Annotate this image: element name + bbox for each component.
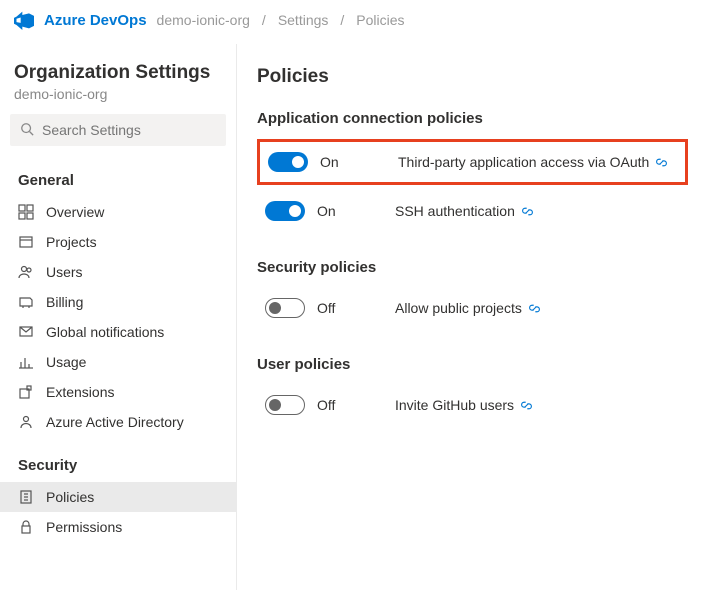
policy-row-oauth: On Third-party application access via OA… bbox=[260, 142, 685, 182]
sidebar-item-extensions[interactable]: Extensions bbox=[0, 377, 236, 407]
sidebar-item-label: Overview bbox=[46, 204, 104, 220]
sidebar-item-label: Permissions bbox=[46, 519, 122, 535]
header: Azure DevOps demo-ionic-org / Settings /… bbox=[0, 0, 716, 44]
group-user-policies: User policies Off Invite GitHub users bbox=[257, 356, 688, 425]
link-icon[interactable] bbox=[655, 156, 668, 169]
sidebar-item-label: Projects bbox=[46, 234, 97, 250]
group-app-connection: Application connection policies On Third… bbox=[257, 110, 688, 231]
overview-icon bbox=[18, 204, 34, 220]
sidebar-item-overview[interactable]: Overview bbox=[0, 197, 236, 227]
toggle-state-label: Off bbox=[317, 300, 351, 316]
policy-row-public-projects: Off Allow public projects bbox=[257, 288, 688, 328]
extensions-icon bbox=[18, 384, 34, 400]
section-security-label: Security bbox=[0, 451, 236, 482]
toggle-state-label: On bbox=[320, 154, 354, 170]
group-title: User policies bbox=[257, 356, 688, 373]
page-title: Policies bbox=[257, 66, 688, 88]
highlighted-policy: On Third-party application access via OA… bbox=[257, 139, 688, 185]
breadcrumb-separator: / bbox=[338, 12, 346, 28]
sidebar-item-label: Azure Active Directory bbox=[46, 414, 184, 430]
policy-label: Invite GitHub users bbox=[395, 397, 533, 413]
aad-icon bbox=[18, 414, 34, 430]
billing-icon bbox=[18, 294, 34, 310]
toggle-oauth[interactable] bbox=[268, 152, 308, 172]
search-input[interactable] bbox=[42, 122, 223, 138]
toggle-state-label: On bbox=[317, 203, 351, 219]
sidebar-item-global-notifications[interactable]: Global notifications bbox=[0, 317, 236, 347]
section-general-label: General bbox=[0, 166, 236, 197]
breadcrumb-separator: / bbox=[260, 12, 268, 28]
sidebar-item-projects[interactable]: Projects bbox=[0, 227, 236, 257]
sidebar-item-label: Extensions bbox=[46, 384, 114, 400]
brand-label[interactable]: Azure DevOps bbox=[44, 12, 147, 29]
policy-row-ssh: On SSH authentication bbox=[257, 191, 688, 231]
main-content: Policies Application connection policies… bbox=[237, 44, 716, 590]
breadcrumb-settings[interactable]: Settings bbox=[278, 12, 329, 28]
sidebar-item-policies[interactable]: Policies bbox=[0, 482, 236, 512]
azure-devops-logo bbox=[14, 10, 34, 30]
sidebar-item-billing[interactable]: Billing bbox=[0, 287, 236, 317]
policy-label: Allow public projects bbox=[395, 300, 541, 316]
sidebar-item-label: Usage bbox=[46, 354, 86, 370]
search-icon bbox=[20, 122, 34, 139]
toggle-ssh[interactable] bbox=[265, 201, 305, 221]
link-icon[interactable] bbox=[528, 302, 541, 315]
group-security-policies: Security policies Off Allow public proje… bbox=[257, 259, 688, 328]
policy-label: SSH authentication bbox=[395, 203, 534, 219]
toggle-public-projects[interactable] bbox=[265, 298, 305, 318]
users-icon bbox=[18, 264, 34, 280]
policy-row-invite-github: Off Invite GitHub users bbox=[257, 385, 688, 425]
toggle-state-label: Off bbox=[317, 397, 351, 413]
link-icon[interactable] bbox=[521, 205, 534, 218]
search-box[interactable] bbox=[10, 114, 226, 146]
group-title: Security policies bbox=[257, 259, 688, 276]
sidebar-item-label: Global notifications bbox=[46, 324, 164, 340]
usage-icon bbox=[18, 354, 34, 370]
sidebar-item-usage[interactable]: Usage bbox=[0, 347, 236, 377]
sidebar-item-users[interactable]: Users bbox=[0, 257, 236, 287]
sidebar-item-label: Users bbox=[46, 264, 83, 280]
sidebar-item-aad[interactable]: Azure Active Directory bbox=[0, 407, 236, 437]
toggle-invite-github[interactable] bbox=[265, 395, 305, 415]
sidebar: Organization Settings demo-ionic-org Gen… bbox=[0, 44, 237, 590]
notifications-icon bbox=[18, 324, 34, 340]
policy-label: Third-party application access via OAuth bbox=[398, 154, 668, 170]
sidebar-item-label: Policies bbox=[46, 489, 94, 505]
sidebar-subtitle: demo-ionic-org bbox=[0, 86, 236, 114]
link-icon[interactable] bbox=[520, 399, 533, 412]
permissions-icon bbox=[18, 519, 34, 535]
sidebar-item-label: Billing bbox=[46, 294, 83, 310]
sidebar-item-permissions[interactable]: Permissions bbox=[0, 512, 236, 542]
breadcrumb-org[interactable]: demo-ionic-org bbox=[157, 12, 250, 28]
projects-icon bbox=[18, 234, 34, 250]
policies-icon bbox=[18, 489, 34, 505]
breadcrumb-policies[interactable]: Policies bbox=[356, 12, 404, 28]
sidebar-title: Organization Settings bbox=[0, 62, 236, 86]
group-title: Application connection policies bbox=[257, 110, 688, 127]
